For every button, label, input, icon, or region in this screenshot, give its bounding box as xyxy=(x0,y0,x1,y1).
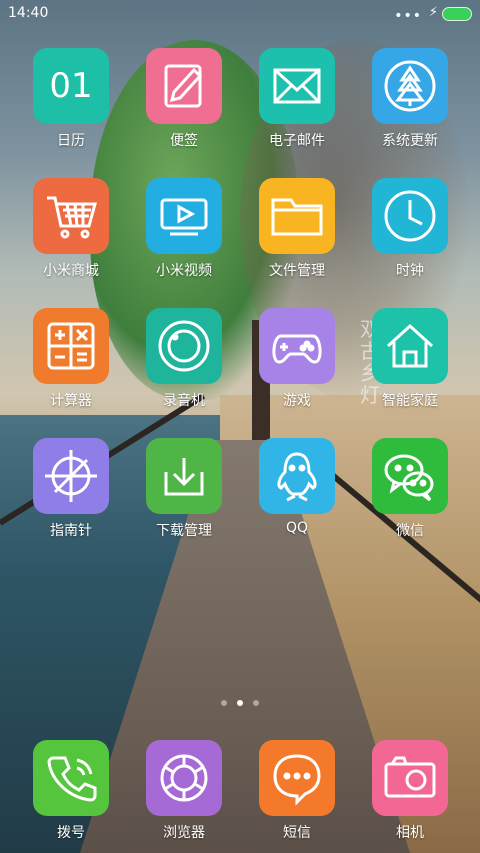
app-note[interactable]: 便签 xyxy=(129,48,239,150)
app-calendar[interactable]: 01 日历 xyxy=(16,48,126,150)
page-dot[interactable] xyxy=(221,700,227,706)
app-qq[interactable]: QQ xyxy=(242,438,352,536)
app-label: 小米视频 xyxy=(156,263,212,279)
app-folder[interactable]: 文件管理 xyxy=(242,178,352,280)
app-compass[interactable]: 指南针 xyxy=(16,438,126,540)
calendar-icon[interactable]: 01 xyxy=(33,48,109,124)
app-recorder[interactable]: 录音机 xyxy=(129,308,239,410)
app-message[interactable]: 短信 xyxy=(242,740,352,842)
app-video[interactable]: 小米视频 xyxy=(129,178,239,280)
video-icon[interactable] xyxy=(146,178,222,254)
app-label: 录音机 xyxy=(163,393,205,409)
recorder-icon[interactable] xyxy=(146,308,222,384)
signal-icon: ••• xyxy=(394,8,422,24)
app-gamepad[interactable]: 游戏 xyxy=(242,308,352,410)
status-bar: 14:40 ••• ⚡ xyxy=(0,0,480,28)
app-label: 拨号 xyxy=(57,825,85,841)
app-calculator[interactable]: 计算器 xyxy=(16,308,126,410)
app-label: 微信 xyxy=(396,523,424,539)
app-camera[interactable]: 相机 xyxy=(355,740,465,842)
app-label: 小米商城 xyxy=(43,263,99,279)
battery-icon xyxy=(442,7,472,21)
browser-icon[interactable] xyxy=(146,740,222,816)
camera-icon[interactable] xyxy=(372,740,448,816)
cart-icon[interactable] xyxy=(33,178,109,254)
app-label: 时钟 xyxy=(396,263,424,279)
app-label: QQ xyxy=(285,520,309,536)
app-label: 浏览器 xyxy=(163,825,205,841)
page-dot-active[interactable] xyxy=(237,700,243,706)
app-update[interactable]: 系统更新 xyxy=(355,48,465,150)
gamepad-icon[interactable] xyxy=(259,308,335,384)
home-icon[interactable] xyxy=(372,308,448,384)
app-label: 计算器 xyxy=(50,393,92,409)
download-icon[interactable] xyxy=(146,438,222,514)
update-icon[interactable] xyxy=(372,48,448,124)
page-dot[interactable] xyxy=(253,700,259,706)
message-icon[interactable] xyxy=(259,740,335,816)
clock-icon[interactable] xyxy=(372,178,448,254)
app-label: 游戏 xyxy=(283,393,311,409)
dock: 拨号 浏览器 短信 相机 xyxy=(0,730,480,853)
calendar-date: 01 xyxy=(49,66,93,106)
app-label: 指南针 xyxy=(50,523,92,539)
app-phone[interactable]: 拨号 xyxy=(16,740,126,842)
app-browser[interactable]: 浏览器 xyxy=(129,740,239,842)
app-label: 智能家庭 xyxy=(382,393,438,409)
app-download[interactable]: 下载管理 xyxy=(129,438,239,540)
qq-icon[interactable] xyxy=(259,438,335,514)
app-home[interactable]: 智能家庭 xyxy=(355,308,465,410)
app-label: 下载管理 xyxy=(156,523,212,539)
folder-icon[interactable] xyxy=(259,178,335,254)
phone-icon[interactable] xyxy=(33,740,109,816)
calculator-icon[interactable] xyxy=(33,308,109,384)
bolt-icon: ⚡ xyxy=(428,5,438,20)
app-label: 相机 xyxy=(396,825,424,841)
app-label: 文件管理 xyxy=(269,263,325,279)
app-label: 短信 xyxy=(283,825,311,841)
app-label: 日历 xyxy=(57,133,85,149)
page-indicator[interactable] xyxy=(0,700,480,712)
app-label: 系统更新 xyxy=(382,133,438,149)
note-icon[interactable] xyxy=(146,48,222,124)
mail-icon[interactable] xyxy=(259,48,335,124)
app-wechat[interactable]: 微信 xyxy=(355,438,465,540)
app-label: 便签 xyxy=(170,133,198,149)
app-mail[interactable]: 电子邮件 xyxy=(242,48,352,150)
app-clock[interactable]: 时钟 xyxy=(355,178,465,280)
compass-icon[interactable] xyxy=(33,438,109,514)
status-time: 14:40 xyxy=(8,5,49,21)
app-cart[interactable]: 小米商城 xyxy=(16,178,126,280)
app-label: 电子邮件 xyxy=(269,133,325,149)
wechat-icon[interactable] xyxy=(372,438,448,514)
